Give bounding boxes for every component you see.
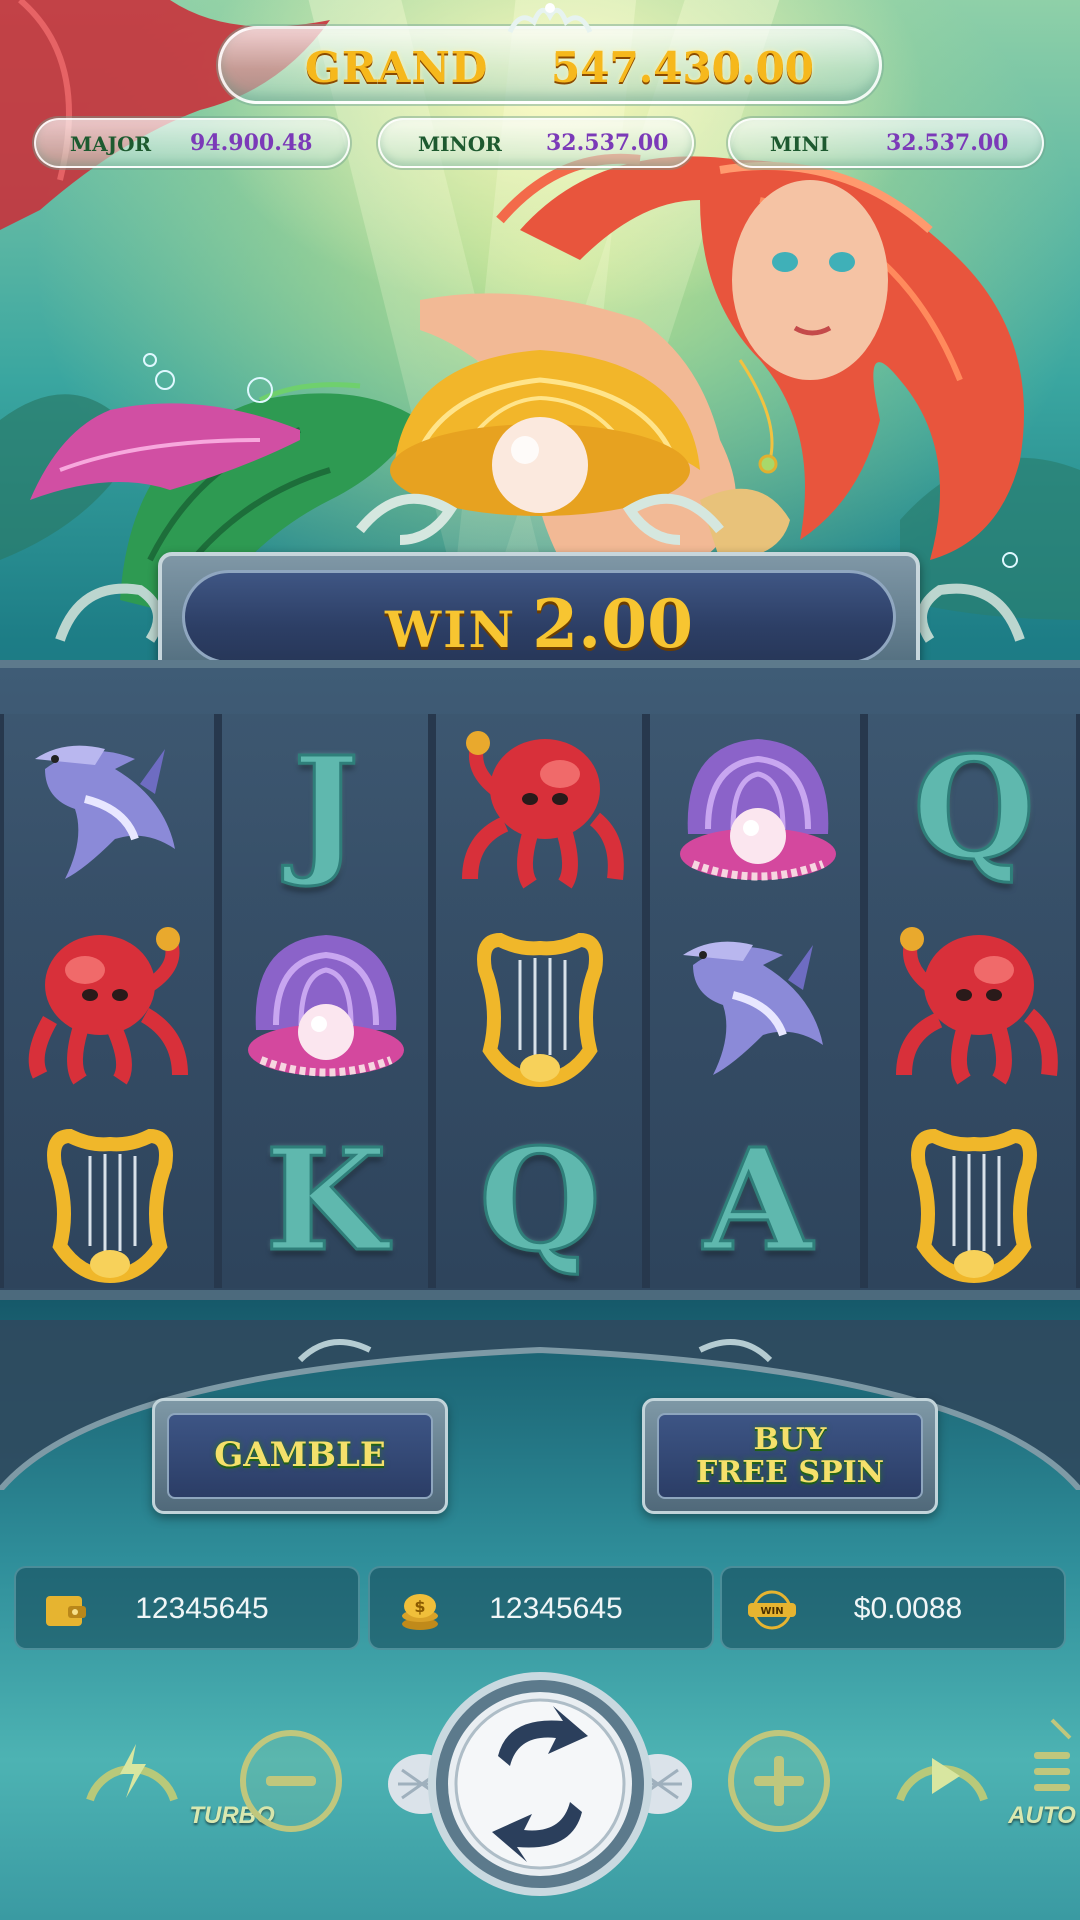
letter-q: Q [912, 726, 1037, 893]
major-jackpot-value: 94.900.48 [190, 130, 313, 156]
lightning-icon [86, 1744, 178, 1802]
symbol-q: Q [440, 1106, 640, 1296]
decrease-bet-button[interactable] [236, 1726, 346, 1836]
reel-3: Q [432, 714, 646, 1288]
gamble-button[interactable]: GAMBLE [152, 1398, 448, 1514]
plus-icon [728, 1730, 830, 1832]
symbol-a: A [658, 1106, 858, 1296]
symbol-golden-harp [440, 910, 640, 1100]
mini-jackpot-label: MINI [770, 132, 830, 156]
buy-label: BUY [753, 1422, 827, 1457]
golden-harp-icon [477, 932, 603, 1088]
major-jackpot-bar: MAJOR 94.900.48 [34, 118, 350, 168]
grand-jackpot-label: GRAND [305, 43, 489, 92]
menu-button[interactable] [1030, 1716, 1074, 1806]
bet-value: 12345645 [489, 1592, 623, 1625]
symbol-octopus [440, 714, 640, 904]
win-amount: 2.00 [532, 585, 693, 663]
auto-spin-button[interactable]: AUTO [892, 1730, 1076, 1830]
hammerhead-shark-icon [35, 745, 175, 879]
increase-bet-button[interactable] [724, 1726, 834, 1836]
reel-2: J K [218, 714, 432, 1288]
grand-jackpot-value: 547.430.00 [551, 43, 815, 92]
win-label: WIN [385, 600, 517, 659]
minor-jackpot-label: MINOR [418, 132, 502, 156]
symbol-j: J [226, 714, 426, 904]
last-win-value: $0.0088 [853, 1592, 963, 1625]
reel-1 [0, 714, 218, 1288]
symbol-golden-harp [10, 1106, 210, 1296]
pearl-shell-icon [680, 739, 836, 881]
reel-4: A [646, 714, 864, 1288]
mini-jackpot-bar: MINI 32.537.00 [728, 118, 1044, 168]
crown-ornament-icon [507, 3, 593, 34]
octopus-icon [28, 927, 188, 1085]
symbol-hammerhead-shark [10, 714, 210, 904]
letter-j: J [291, 726, 360, 893]
menu-icon [1034, 1718, 1072, 1791]
bet-box: $ 12345645 [368, 1566, 714, 1650]
minor-jackpot-bar: MINOR 32.537.00 [378, 118, 694, 168]
symbol-hammerhead-shark [658, 910, 858, 1100]
letter-q: Q [478, 1118, 603, 1285]
balance-value: 12345645 [135, 1592, 269, 1625]
hammerhead-shark-icon [683, 941, 823, 1075]
spin-button[interactable] [388, 1666, 692, 1896]
gamble-button-label: GAMBLE [214, 1435, 386, 1476]
pearl-shell-icon [248, 935, 404, 1077]
free-spin-label: FREE SPIN [695, 1455, 885, 1490]
letter-a: A [702, 1118, 814, 1285]
golden-harp-icon [47, 1128, 173, 1284]
letter-k: K [264, 1118, 389, 1285]
symbol-octopus [874, 910, 1074, 1100]
minor-jackpot-value: 32.537.00 [546, 130, 669, 156]
golden-harp-icon [911, 1128, 1037, 1284]
auto-label: AUTO [1008, 1802, 1076, 1829]
octopus-icon [462, 731, 624, 889]
buy-free-spin-button[interactable]: BUY FREE SPIN [642, 1398, 938, 1514]
symbol-golden-harp [874, 1106, 1074, 1296]
symbol-k: K [226, 1106, 426, 1296]
balance-box: 12345645 [14, 1566, 360, 1650]
spin-arrows-icon [388, 1672, 692, 1896]
octopus-icon [896, 927, 1058, 1085]
symbol-pearl-shell [658, 714, 858, 904]
play-icon [896, 1758, 988, 1802]
reel-5: Q [864, 714, 1080, 1288]
win-display: WIN 2.00 [182, 570, 896, 664]
reel-area: J K Q A Q [0, 660, 1080, 1300]
mini-jackpot-value: 32.537.00 [886, 130, 1009, 156]
symbol-q: Q [874, 714, 1074, 904]
symbol-pearl-shell [226, 910, 426, 1100]
symbol-octopus [10, 910, 210, 1100]
turbo-button[interactable]: TURBO [82, 1730, 275, 1830]
grand-jackpot-bar: GRAND 547.430.00 [218, 26, 882, 104]
last-win-box: WIN $0.0088 [720, 1566, 1066, 1650]
minus-icon [240, 1730, 342, 1832]
major-jackpot-label: MAJOR [70, 132, 152, 156]
